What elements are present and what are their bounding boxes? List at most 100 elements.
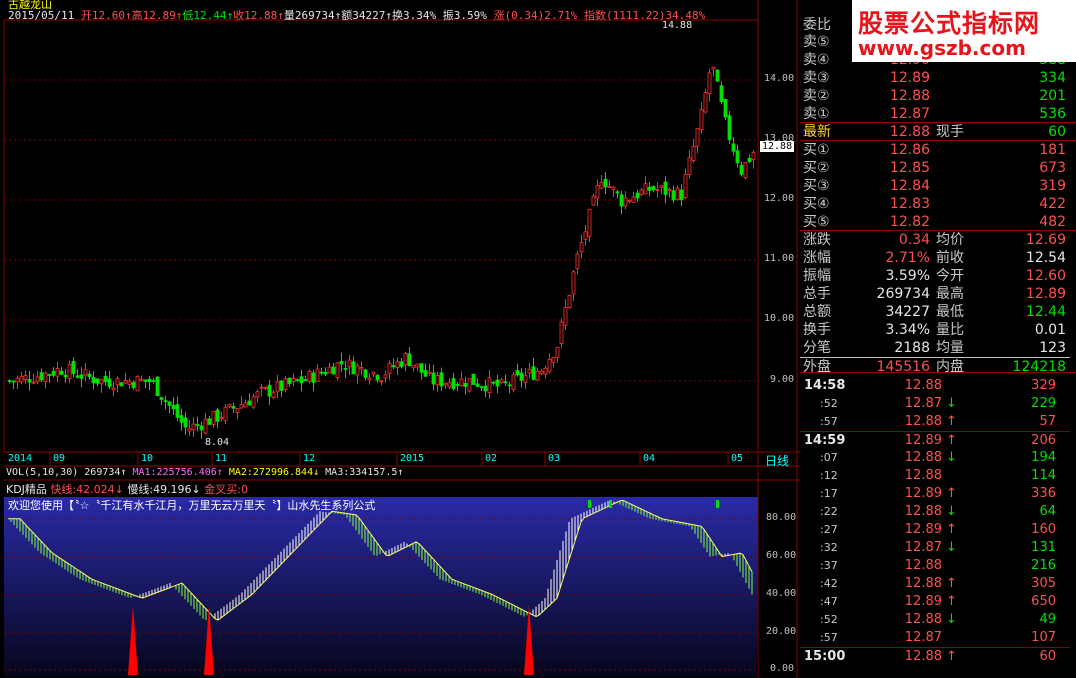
candle-body: [283, 378, 288, 390]
ask-price: 12.88: [889, 88, 930, 104]
candle-body: [695, 128, 700, 147]
tick-qty: 329: [1031, 378, 1056, 393]
candle-body: [287, 377, 292, 385]
candle-body: [531, 366, 536, 380]
tick-row[interactable]: :22 12.88 ↓ 64: [800, 503, 1070, 521]
ask-price: 12.89: [889, 70, 930, 86]
quote-low: 低12.44↑: [182, 9, 234, 22]
stat-row: 振幅 3.59% 今开 12.60: [800, 267, 1070, 285]
low-price-label: 8.04: [205, 437, 230, 448]
bid-price: 12.83: [889, 196, 930, 212]
kdj-name[interactable]: KDJ精品: [6, 483, 47, 496]
candle-body: [407, 353, 412, 367]
candle-body: [355, 365, 360, 376]
tick-time: :42: [820, 577, 838, 590]
stat-row: 涨幅 2.71% 前收 12.54: [800, 249, 1070, 267]
price-tick: 11.00: [764, 253, 795, 264]
tick-row[interactable]: :07 12.88 ↓ 194: [800, 449, 1070, 467]
chart-canvas[interactable]: [0, 0, 800, 678]
bid-row[interactable]: 买④ 12.83 422: [800, 195, 1070, 213]
tick-qty: 229: [1031, 396, 1056, 411]
candle-body: [243, 402, 248, 408]
quote-summary-line: 2015/05/11 开12.60↑高12.89↑低12.44↑收12.88↑量…: [8, 7, 705, 23]
tick-price: 12.88: [904, 504, 942, 519]
tick-row[interactable]: 14:58 12.88 329: [800, 377, 1070, 395]
candle-body: [515, 370, 520, 376]
tick-row[interactable]: :47 12.89 ↑ 650: [800, 593, 1070, 611]
candle-body: [175, 404, 180, 418]
candle-body: [659, 185, 664, 189]
stat-label: 涨跌: [803, 232, 831, 248]
bid-row[interactable]: 买③ 12.84 319: [800, 177, 1070, 195]
ask-row[interactable]: 卖③ 12.89 334: [800, 69, 1070, 87]
ask-label: 卖②: [803, 88, 830, 104]
tick-row[interactable]: :52 12.88 ↓ 49: [800, 611, 1070, 629]
candle-body: [523, 374, 528, 383]
candle-body: [239, 404, 244, 409]
candle-body: [179, 415, 184, 423]
candle-body: [247, 400, 252, 406]
candle-body: [387, 362, 392, 374]
candle-body: [171, 404, 176, 410]
candle-body: [351, 361, 356, 375]
tick-row[interactable]: :57 12.88 ↑ 57: [800, 413, 1070, 431]
candle-body: [463, 382, 468, 387]
bid-label: 买④: [803, 196, 830, 212]
candle-body: [323, 371, 328, 375]
stat-label: 总手: [803, 286, 831, 302]
candle-body: [319, 371, 324, 374]
candle-body: [707, 72, 712, 94]
tick-time: :07: [820, 451, 838, 464]
candle-body: [47, 374, 52, 376]
kdj-tick: 80.00: [766, 512, 797, 523]
stat-value: 145516: [876, 359, 930, 375]
watermark-url: www.gszb.com: [858, 36, 1026, 60]
bid-row[interactable]: 买② 12.85 673: [800, 159, 1070, 177]
tick-qty: 305: [1031, 576, 1056, 591]
tick-row[interactable]: :27 12.89 ↑ 160: [800, 521, 1070, 539]
candle-body: [51, 370, 56, 376]
tick-row[interactable]: 15:00 12.88 ↑ 60: [800, 647, 1070, 666]
tick-qty: 49: [1039, 612, 1056, 627]
candle-body: [455, 384, 460, 386]
ask-row[interactable]: 卖① 12.87 536: [800, 105, 1070, 123]
candle-body: [255, 391, 260, 398]
candle-body: [595, 185, 600, 199]
stat-value: 12.89: [1025, 286, 1066, 302]
candle-body: [507, 384, 512, 387]
stat-label: 均价: [936, 232, 964, 248]
candle-body: [103, 375, 108, 383]
candle-body: [315, 368, 320, 382]
candle-body: [479, 386, 484, 388]
candle-body: [211, 411, 216, 425]
stat-label: 总额: [803, 304, 831, 320]
tick-row[interactable]: :32 12.87 ↓ 131: [800, 539, 1070, 557]
tick-arrow-icon: ↓: [946, 504, 957, 519]
candle-body: [623, 197, 628, 207]
tick-price: 12.89: [904, 486, 942, 501]
tick-row[interactable]: :42 12.88 ↑ 305: [800, 575, 1070, 593]
candle-body: [99, 379, 104, 385]
candle-body: [55, 368, 60, 377]
ask-row[interactable]: 卖② 12.88 201: [800, 87, 1070, 105]
tick-row[interactable]: :52 12.87 ↓ 229: [800, 395, 1070, 413]
candle-body: [299, 376, 304, 384]
ask-price: 12.87: [889, 106, 930, 122]
tick-qty: 216: [1031, 558, 1056, 573]
bid-row[interactable]: 买⑤ 12.82 482: [800, 213, 1070, 231]
bid-row[interactable]: 买① 12.86 181: [800, 141, 1070, 159]
candle-body: [191, 423, 196, 431]
latest-price: 12.88: [889, 124, 930, 140]
watermark-title: 股票公式指标网: [858, 9, 1041, 38]
period-selector[interactable]: 日线: [765, 452, 789, 469]
tick-row[interactable]: :37 12.88 216: [800, 557, 1070, 575]
candle-body: [591, 195, 596, 206]
ask-qty: 201: [1039, 88, 1066, 104]
tick-row[interactable]: 14:59 12.89 ↑ 206: [800, 431, 1070, 450]
candle-body: [151, 380, 156, 382]
tick-row[interactable]: :17 12.89 ↑ 336: [800, 485, 1070, 503]
tick-row[interactable]: :12 12.88 114: [800, 467, 1070, 485]
candle-body: [563, 306, 568, 326]
tick-row[interactable]: :57 12.87 107: [800, 629, 1070, 647]
tick-arrow-icon: ↑: [946, 594, 957, 609]
